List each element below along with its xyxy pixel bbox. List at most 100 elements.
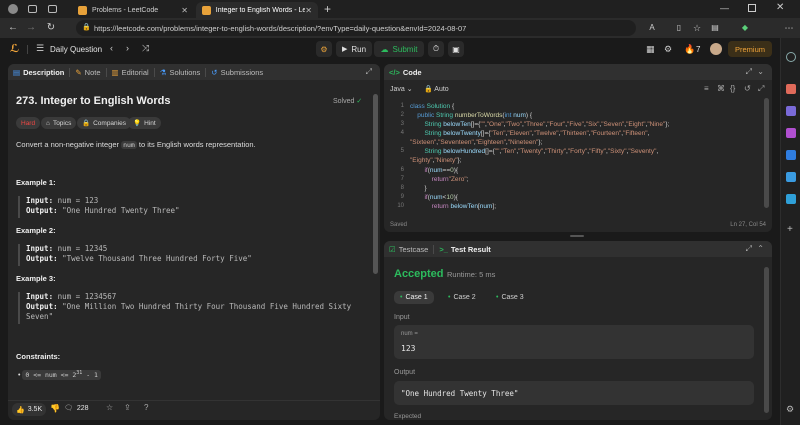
fullscreen-icon[interactable]: ⤢ xyxy=(746,67,752,77)
case-tab-2[interactable]: • Case 2 xyxy=(442,291,482,304)
pass-dot-icon: • xyxy=(448,294,451,301)
result-scrollbar[interactable] xyxy=(764,267,769,413)
settings-icon[interactable]: ⚙ xyxy=(664,44,672,55)
description-scrollbar[interactable] xyxy=(373,94,378,274)
read-aloud-icon[interactable]: A xyxy=(645,21,659,35)
url-field[interactable]: 🔒 https://leetcode.com/problems/integer-… xyxy=(76,20,636,36)
language-select[interactable]: Java ⌄ xyxy=(390,85,413,93)
shuffle-icon[interactable]: ⤨ xyxy=(142,43,149,54)
case-label: Case 1 xyxy=(405,294,428,301)
panel-resize-handle[interactable] xyxy=(570,235,584,237)
add-sidebar-icon[interactable]: + xyxy=(787,224,793,235)
topics-chip[interactable]: ⌂ Topics xyxy=(41,117,77,129)
dislike-icon[interactable]: 👎 xyxy=(50,404,60,413)
collections-icon[interactable]: ▤ xyxy=(708,21,722,35)
run-button[interactable]: ▶ Run xyxy=(336,41,372,57)
tab-testcase[interactable]: ☑ Testcase xyxy=(384,245,433,254)
code-line: String belowTen[]={"","One","Two","Three… xyxy=(424,121,670,128)
favorite-icon[interactable]: ☆ xyxy=(690,21,704,35)
submit-button[interactable]: ☁ Submit xyxy=(374,41,424,57)
search-icon[interactable] xyxy=(786,52,796,62)
comments-button[interactable]: 🗨 228 xyxy=(64,404,89,413)
solved-label: Solved xyxy=(333,98,355,105)
result-collapse-icon[interactable]: ⌃ xyxy=(757,244,764,253)
streak-count[interactable]: 7 xyxy=(696,45,700,54)
reset-icon[interactable]: ↺ xyxy=(744,84,751,93)
debug-button[interactable]: ⚙ xyxy=(316,41,332,57)
tab-label: Note xyxy=(84,67,101,77)
layout-icon[interactable]: ▦ xyxy=(646,44,655,55)
like-button[interactable]: 👍 3.5K xyxy=(12,403,47,416)
tab-solutions[interactable]: ⚗ Solutions xyxy=(155,68,206,77)
maximize-icon[interactable] xyxy=(748,4,756,12)
forward-icon[interactable]: → xyxy=(24,21,38,35)
bookmark-icon[interactable]: ⌘ xyxy=(717,84,725,93)
companies-chip[interactable]: 🔒 Companies xyxy=(77,117,131,129)
input-heading: Input xyxy=(394,314,410,321)
case-tab-3[interactable]: • Case 3 xyxy=(490,291,530,304)
code-tab[interactable]: </> Code xyxy=(384,68,427,77)
timer-icon[interactable]: ⏱ xyxy=(428,41,444,57)
collapse-icon[interactable]: ⌄ xyxy=(757,67,764,76)
workspaces-icon[interactable] xyxy=(28,5,37,13)
split-screen-icon[interactable]: ▯ xyxy=(672,21,686,35)
close-tab-icon[interactable]: ✕ xyxy=(181,6,188,15)
premium-button[interactable]: Premium xyxy=(728,41,772,57)
tab-description[interactable]: ▤ Description xyxy=(8,68,69,77)
result-expand-icon[interactable]: ⤢ xyxy=(746,244,752,254)
book-icon: ▥ xyxy=(111,67,119,77)
line-number: 4 xyxy=(400,130,404,136)
close-tab-icon[interactable]: ✕ xyxy=(305,6,312,15)
tab-label: Solutions xyxy=(169,67,201,77)
tab-note[interactable]: ✎ Note xyxy=(70,68,105,77)
auto-mode-toggle[interactable]: 🔒 Auto xyxy=(424,85,449,93)
notes-icon[interactable]: ▣ xyxy=(448,41,464,57)
share-icon[interactable]: ⇪ xyxy=(124,403,131,412)
input-value: num = 1234567 xyxy=(57,292,117,301)
browser-menu-icon[interactable]: ⋯ xyxy=(782,21,796,35)
lock-icon: 🔒 xyxy=(82,24,91,31)
chip-label: Hint xyxy=(144,119,156,127)
sidebar-settings-icon[interactable]: ⚙ xyxy=(786,404,794,415)
premium-label: Premium xyxy=(734,44,765,54)
browser-tab-problems[interactable]: Problems - LeetCode ✕ xyxy=(72,2,194,18)
checkbox-icon: ☑ xyxy=(389,244,396,254)
braces-icon[interactable]: {} xyxy=(730,84,735,93)
case-tab-1[interactable]: • Case 1 xyxy=(394,291,434,304)
leetcode-logo-icon[interactable]: ℒ xyxy=(10,43,20,55)
panel-expand-icon[interactable]: ⤢ xyxy=(366,67,372,77)
tab-editorial[interactable]: ▥ Editorial xyxy=(107,68,154,77)
problem-list-icon[interactable]: ☰ xyxy=(36,43,44,54)
tab-label: Test Result xyxy=(450,244,491,254)
help-icon[interactable]: ? xyxy=(144,403,148,412)
input-value: num = 123 xyxy=(57,196,99,205)
tab-submissions[interactable]: ↺ Submissions xyxy=(206,68,268,77)
tab-actions-icon[interactable] xyxy=(48,5,57,13)
daily-question-link[interactable]: Daily Question xyxy=(50,45,102,54)
shopping-icon[interactable] xyxy=(786,84,796,94)
next-problem-icon[interactable]: › xyxy=(126,43,129,53)
code-header: </> Code xyxy=(384,64,772,80)
prev-problem-icon[interactable]: ‹ xyxy=(110,43,113,53)
extension-icon[interactable]: ◆ xyxy=(738,21,752,35)
minimize-icon[interactable]: — xyxy=(720,3,729,13)
difficulty-label: Hard xyxy=(21,119,36,127)
editor-fullscreen-icon[interactable]: ⤢ xyxy=(758,84,764,94)
browser-tab-integer-to-english[interactable]: Integer to English Words - LeetC ✕ xyxy=(196,2,318,18)
close-window-icon[interactable]: ✕ xyxy=(776,2,784,13)
bullet-icon: • xyxy=(18,372,21,380)
problem-title: 273. Integer to English Words xyxy=(16,95,171,107)
browser-profile-icon[interactable] xyxy=(8,4,18,14)
reload-icon[interactable]: ↻ xyxy=(44,21,58,35)
format-icon[interactable]: ≡ xyxy=(704,84,709,93)
constraint-code: 0 <= num <= 231 - 1 xyxy=(22,370,101,381)
back-icon[interactable]: ← xyxy=(6,21,20,35)
hint-chip[interactable]: 💡 Hint xyxy=(128,117,161,129)
favorite-star-icon[interactable]: ☆ xyxy=(106,403,113,412)
pass-dot-icon: • xyxy=(400,294,403,301)
tab-test-result[interactable]: >_ Test Result xyxy=(434,245,495,254)
new-tab-icon[interactable]: + xyxy=(324,2,331,16)
constraint-item: • 0 <= num <= 231 - 1 xyxy=(18,370,101,381)
avatar[interactable] xyxy=(710,43,722,55)
pass-dot-icon: • xyxy=(496,294,499,301)
